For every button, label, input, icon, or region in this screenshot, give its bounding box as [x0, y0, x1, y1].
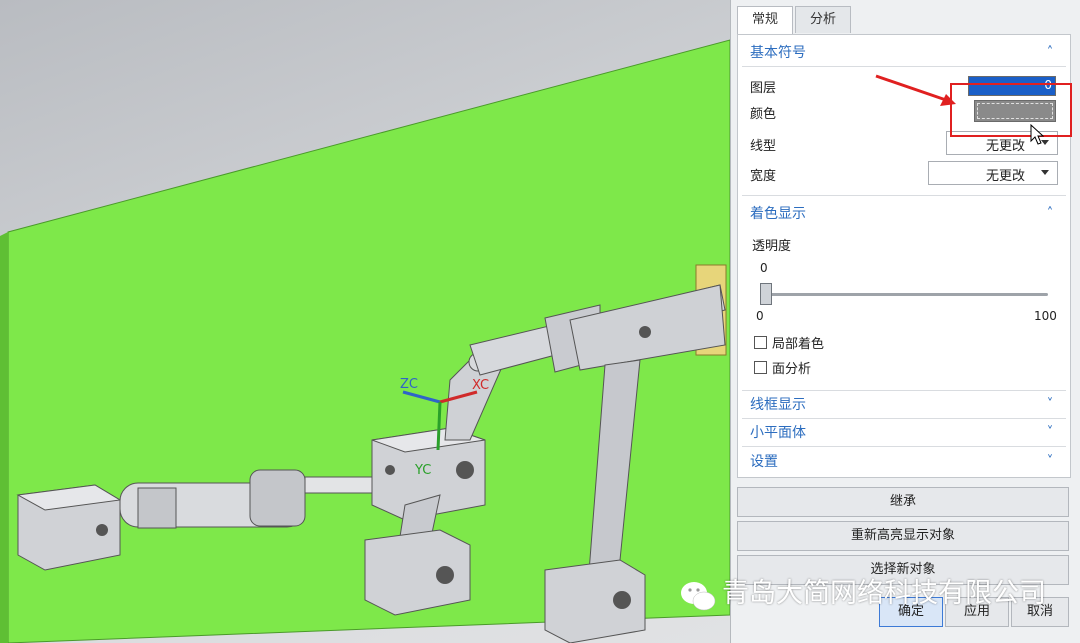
transparency-value: 0 — [760, 261, 768, 275]
tab-bar: 常规 分析 — [737, 6, 853, 35]
layer-label: 图层 — [750, 81, 777, 96]
tab-general[interactable]: 常规 — [737, 6, 794, 35]
section-basic-symbol-title: 基本符号 — [750, 45, 806, 61]
assembly-model — [0, 39, 730, 643]
chevron-down-icon: ˅ — [1046, 454, 1054, 469]
divider — [742, 390, 1066, 391]
face-analysis-label: 面分析 — [772, 362, 812, 377]
wechat-logo-icon — [681, 582, 716, 611]
divider — [742, 195, 1066, 196]
linetype-label: 线型 — [750, 139, 777, 154]
divider — [742, 418, 1066, 419]
section-facet-body[interactable]: 小平面体 ˅ — [750, 421, 1058, 445]
section-settings-title: 设置 — [750, 454, 778, 470]
transparency-slider-handle[interactable] — [760, 283, 772, 305]
watermark-text: 青岛大简网络科技有限公司 — [722, 578, 1046, 609]
width-dropdown[interactable]: 无更改 — [928, 161, 1058, 185]
divider — [742, 446, 1066, 447]
graphics-viewport[interactable]: ZC XC YC — [0, 0, 730, 643]
yc-axis-label: YC — [415, 463, 432, 478]
face-analysis-checkbox[interactable] — [754, 361, 767, 374]
chevron-down-icon: ˅ — [1046, 397, 1054, 412]
chevron-down-icon: ˅ — [1046, 425, 1054, 440]
linetype-value: 无更改 — [985, 139, 1025, 154]
zc-axis-label: ZC — [400, 377, 418, 392]
slider-max-label: 100 — [1034, 309, 1057, 323]
dropdown-arrow-icon — [1041, 170, 1049, 175]
color-label: 颜色 — [750, 107, 777, 122]
transparency-label: 透明度 — [752, 239, 792, 254]
rehighlight-objects-button[interactable]: 重新高亮显示对象 — [737, 521, 1069, 551]
section-settings[interactable]: 设置 ˅ — [750, 450, 1058, 474]
section-shading[interactable]: 着色显示 ˄ — [750, 202, 1058, 226]
width-value: 无更改 — [985, 169, 1025, 184]
transparency-slider-track[interactable] — [760, 293, 1048, 296]
highlight-box-annotation — [950, 83, 1072, 137]
width-label: 宽度 — [750, 169, 777, 184]
chevron-up-icon: ˄ — [1046, 45, 1054, 60]
section-shading-title: 着色显示 — [750, 206, 806, 222]
xc-axis-label: XC — [472, 378, 490, 393]
mouse-cursor-icon — [1030, 124, 1045, 145]
partial-shading-checkbox[interactable] — [754, 336, 767, 349]
partial-shading-label: 局部着色 — [772, 337, 825, 352]
chevron-up-icon: ˄ — [1046, 206, 1054, 221]
section-facet-body-title: 小平面体 — [750, 425, 806, 441]
section-wireframe-title: 线框显示 — [750, 397, 806, 413]
section-wireframe[interactable]: 线框显示 ˅ — [750, 393, 1058, 417]
slider-min-label: 0 — [756, 309, 764, 323]
inherit-button[interactable]: 继承 — [737, 487, 1069, 517]
tab-analysis[interactable]: 分析 — [795, 6, 852, 33]
